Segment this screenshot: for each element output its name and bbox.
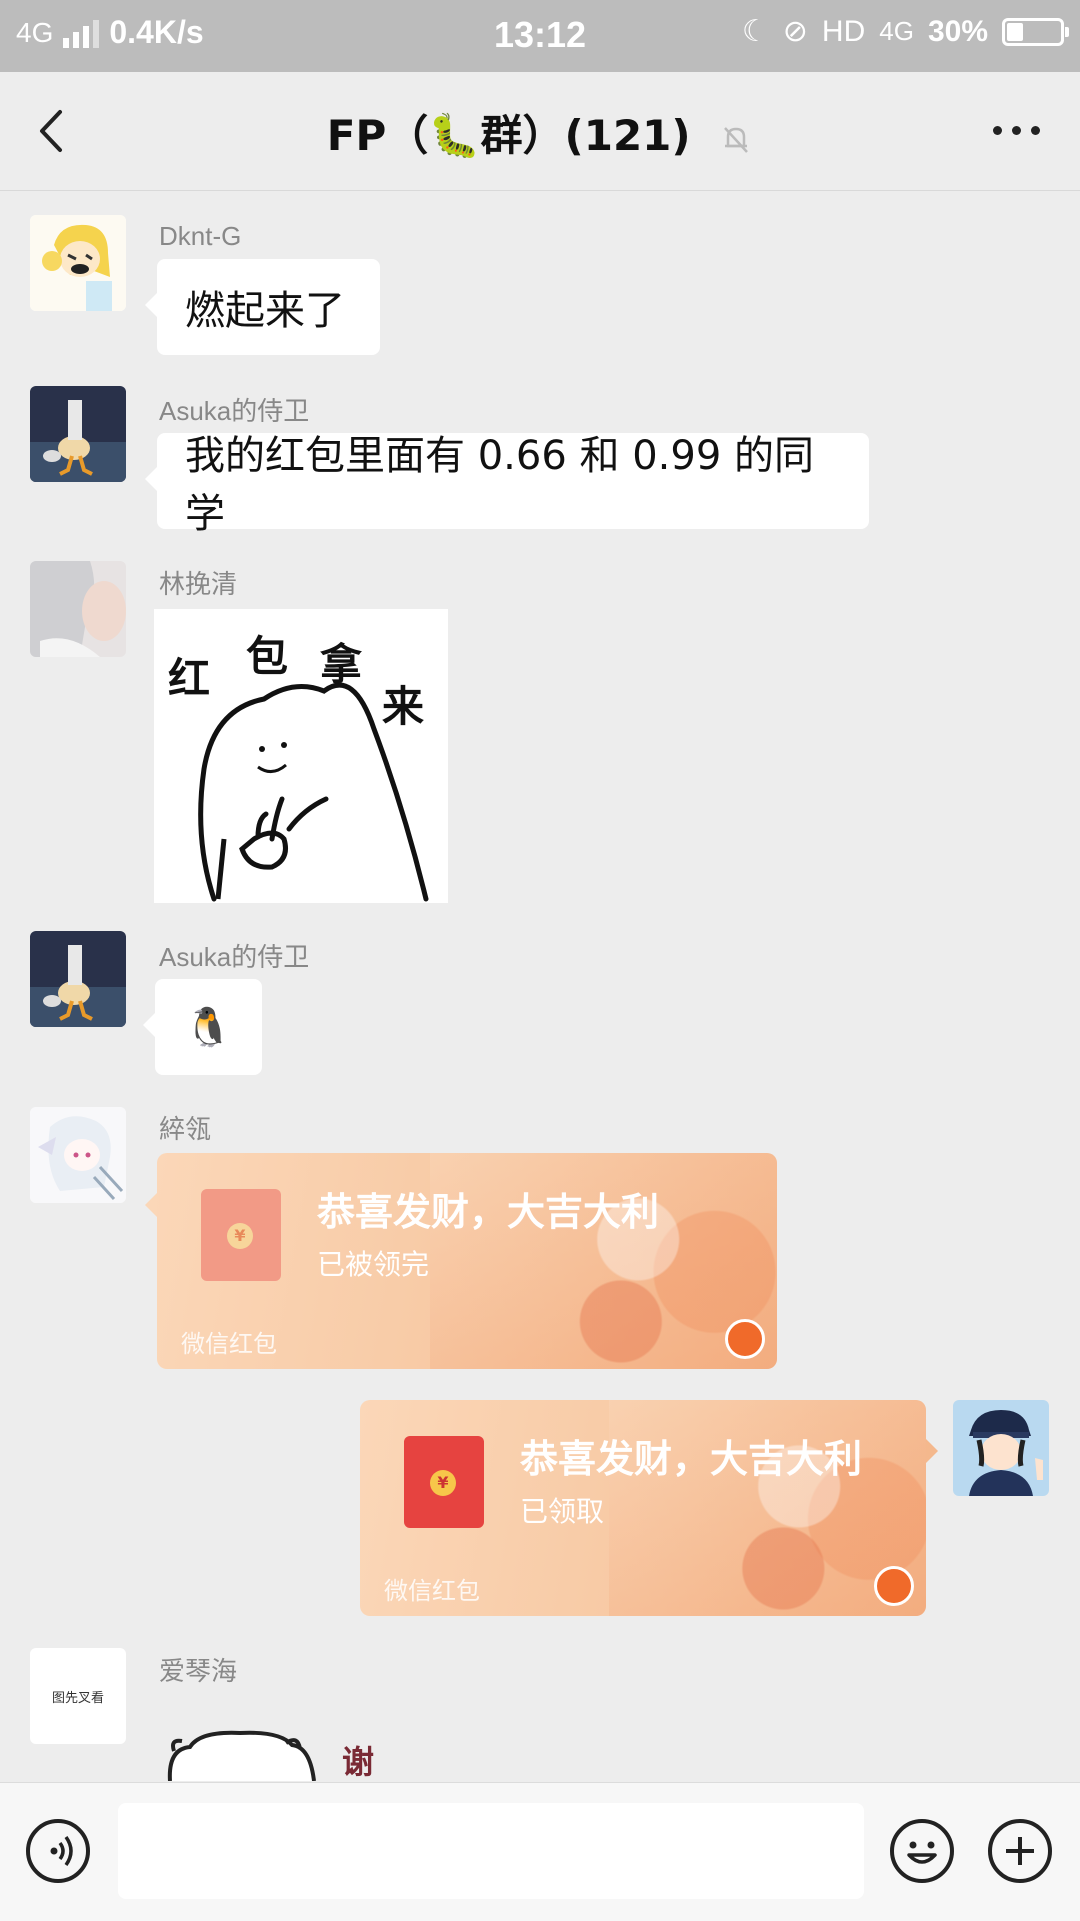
avatar[interactable] (30, 1107, 126, 1203)
red-packet-title: 恭喜发财，大吉大利 (317, 1190, 660, 1234)
avatar[interactable] (30, 931, 126, 1027)
avatar-image (953, 1400, 1049, 1496)
message-bubble[interactable]: 我的红包里面有 0.66 和 0.99 的同学 (145, 433, 869, 537)
bell-off-icon (724, 126, 749, 153)
moon-icon: ☾ (741, 15, 769, 48)
sticker-caption: 谢 (342, 1743, 375, 1781)
sticker-caption-1: 红 (168, 654, 211, 703)
smiley-icon[interactable] (890, 1819, 954, 1883)
sender-name: 綷瓴 (159, 1114, 212, 1144)
page-title: FP（🐛群）(121) (0, 102, 1080, 163)
plus-icon[interactable] (988, 1819, 1052, 1883)
red-packet-status: 已领取 (520, 1495, 605, 1528)
battery-icon (1002, 17, 1069, 46)
sticker-caption-2: 包 (246, 632, 289, 681)
voice-glyph (50, 1835, 73, 1867)
battery-level (1007, 22, 1023, 41)
avatar[interactable]: 图先叉看 (30, 1648, 126, 1744)
message-text: 燃起来了 (185, 288, 345, 334)
red-packet-card[interactable]: ¥ 恭喜发财，大吉大利 已领取 微信红包 (360, 1400, 926, 1616)
my-avatar[interactable] (953, 1400, 1049, 1496)
status-bar: 4G 0.4K/s 13:12 ☾ ⊘ HD 4G 30% (0, 0, 1080, 72)
sticker-image[interactable]: 谢 (160, 1729, 390, 1781)
avatar-image (30, 215, 126, 311)
bubble-tail (145, 1193, 157, 1217)
sender-name: 林挽清 (159, 569, 238, 599)
red-packet-status: 已被领完 (317, 1248, 430, 1281)
avatar-image (30, 931, 126, 1027)
coin-icon: ¥ (227, 1223, 253, 1249)
red-packet-title: 恭喜发财，大吉大利 (520, 1437, 863, 1481)
message-text: 我的红包里面有 0.66 和 0.99 的同学 (185, 433, 814, 537)
hd-label: HD (821, 14, 866, 48)
smiley-glyph (907, 1841, 937, 1864)
sticker-image[interactable]: 红 包 拿 来 (154, 609, 448, 903)
chat-title: FP（🐛群）(121) (326, 111, 691, 160)
message-bubble[interactable]: 🐧 (143, 979, 262, 1075)
penguin-icon: 🐧 (184, 1004, 233, 1049)
red-packet-footer: 微信红包 (181, 1330, 277, 1358)
sender-name: 爱琴海 (159, 1656, 238, 1686)
network-type-2: 4G (879, 16, 914, 46)
avatar-image (30, 561, 126, 657)
sender-name: Dknt-G (159, 221, 242, 251)
sender-name: Asuka的侍卫 (159, 942, 310, 972)
avatar-caption: 图先叉看 (51, 1690, 104, 1706)
chat-header: FP（🐛群）(121) (0, 72, 1080, 191)
red-packet-card[interactable]: ¥ 恭喜发财，大吉大利 已被领完 微信红包 (157, 1153, 777, 1369)
message-bubble[interactable]: 燃起来了 (145, 259, 380, 355)
plus-glyph (1006, 1837, 1034, 1865)
battery-percent: 30% (927, 14, 988, 48)
chat-messages[interactable]: Dknt-G 燃起来了 Asuka的侍卫 我的红包里面有 0.66 和 0.99… (0, 191, 1080, 1781)
message-input[interactable] (118, 1803, 864, 1899)
more-dots-icon[interactable] (993, 126, 1040, 135)
red-envelope-icon: ¥ (404, 1436, 484, 1528)
red-packet-badge-icon (725, 1319, 765, 1359)
avatar[interactable] (30, 215, 126, 311)
avatar[interactable] (30, 386, 126, 482)
bubble-tail (926, 1439, 938, 1463)
avatar-image (30, 1107, 126, 1203)
input-bar (0, 1782, 1080, 1921)
red-envelope-icon: ¥ (201, 1189, 281, 1281)
sticker-caption-4: 来 (382, 682, 425, 731)
wifi-off-icon: ⊘ (782, 15, 808, 48)
status-right: ☾ ⊘ HD 4G 30% (741, 14, 1069, 49)
coin-icon: ¥ (430, 1470, 456, 1496)
avatar-image (30, 386, 126, 482)
voice-icon[interactable] (26, 1819, 90, 1883)
sticker-caption-3: 拿 (320, 640, 363, 689)
red-packet-footer: 微信红包 (384, 1577, 480, 1605)
red-packet-badge-icon (874, 1566, 914, 1606)
avatar[interactable] (30, 561, 126, 657)
